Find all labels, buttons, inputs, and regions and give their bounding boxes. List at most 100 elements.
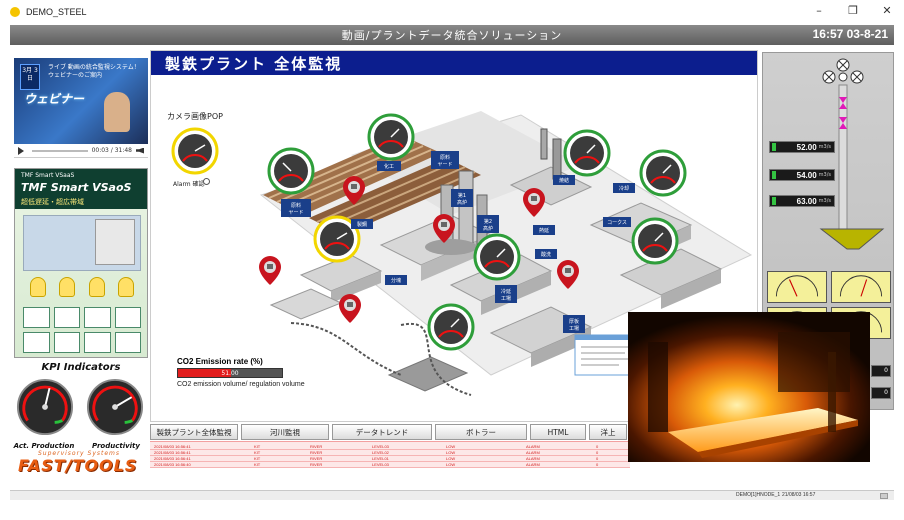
hopper-icon [819, 228, 885, 250]
alarm-state: ALARM [526, 450, 540, 455]
camera-pin-icon[interactable] [339, 294, 361, 323]
label-cooler[interactable]: 冷却 [613, 183, 635, 193]
tab-data-trend[interactable]: データトレンド [332, 424, 432, 440]
fast-tools-logo: Supervisory Systems FAST/TOOLS [14, 450, 148, 478]
video-caption: ライブ 動画の統合監視システム！ ウェビナーのご案内 [48, 64, 140, 80]
gauge-chemical[interactable] [367, 113, 415, 161]
video-caption-line1: ライブ 動画の統合監視システム！ [48, 64, 140, 71]
app-window: DEMO_STEEL – ❐ ✕ 動画/プラントデータ統合ソリューション 16:… [0, 0, 904, 520]
tab-plant-overview[interactable]: 製鉄プラント全体監視 [150, 424, 238, 440]
hot-steel-camera-image[interactable] [628, 312, 870, 462]
label-chemical[interactable]: 化工 [377, 161, 401, 171]
video-date-badge: 3月 3日 [20, 64, 40, 90]
alarm-item: LEVEL02 [372, 450, 389, 455]
svg-text:熱延: 熱延 [539, 227, 549, 234]
svg-text:ヤード: ヤード [288, 210, 303, 216]
alarm-level: LOW [446, 450, 456, 455]
label-cold-rolling[interactable]: 冷延工場 [495, 285, 517, 303]
flow-value: 52.00 [796, 142, 817, 152]
video-logo: ウェビナー [24, 92, 85, 106]
alarm-area: RIVER [310, 456, 323, 461]
webinar-video[interactable]: 3月 3日 ライブ 動画の統合監視システム！ ウェビナーのご案内 ウェビナー [14, 58, 148, 144]
product-ad[interactable]: TMF Smart VSaaS TMF Smart VSaoS 超低遅延・超広帯… [14, 168, 148, 358]
co2-emission-widget: CO2 Emission rate (%) 51.00 CO2 emission… [177, 357, 347, 399]
tab-html[interactable]: HTML [530, 424, 586, 440]
gauge-blast-furnace[interactable] [473, 233, 521, 281]
label-blast-furnace-1[interactable]: 第1高炉 [451, 189, 473, 207]
feature-icon [84, 307, 111, 328]
tab-offshore[interactable]: 洋上 [589, 424, 627, 440]
play-icon[interactable] [18, 146, 24, 155]
flow-readout-3: 63.00 m3/s [769, 195, 835, 207]
clock: 16:57 03-8-21 [812, 27, 888, 41]
kpi-title: KPI Indicators [41, 362, 121, 373]
svg-text:化工: 化工 [384, 163, 394, 170]
feature-icon [53, 332, 80, 353]
bulb-icon [88, 277, 105, 297]
tab-river-monitoring[interactable]: 河川監視 [241, 424, 329, 440]
status-led [772, 171, 776, 179]
alarm-area: RIVER [310, 450, 323, 455]
gauge-steelmaking[interactable] [427, 303, 475, 351]
maximize-button[interactable]: ❐ [846, 4, 860, 17]
bulb-icon [29, 277, 46, 297]
info-popup[interactable] [574, 334, 636, 376]
svg-text:製鋼: 製鋼 [357, 221, 367, 228]
right-readout-2: 0 [871, 387, 891, 399]
co2-bar: 51.00 [177, 368, 283, 378]
main-title-bar: 製鉄プラント 全体監視 [151, 51, 757, 75]
svg-text:第1: 第1 [458, 192, 466, 199]
gauge-raw-yard[interactable] [267, 147, 315, 195]
alarm-confirm-radio[interactable] [203, 178, 210, 185]
svg-text:工場: 工場 [569, 325, 579, 332]
valve-icon[interactable] [822, 58, 864, 84]
minimize-button[interactable]: – [812, 4, 826, 17]
alarm-tag: KIT [254, 462, 261, 467]
alarm-row[interactable]: 2021/08/03 16:56:40 KIT RIVER LEVEL03 LO… [150, 462, 630, 468]
gauge-coke[interactable] [639, 149, 687, 197]
label-sintering[interactable]: 焼結 [553, 175, 575, 185]
label-blast-furnace-2[interactable]: 第2高炉 [477, 215, 499, 233]
alarm-date: 2021/08/03 16:56:41 [154, 450, 191, 455]
svg-text:焼結: 焼結 [559, 177, 569, 184]
svg-text:冷延: 冷延 [501, 288, 511, 295]
gauge-hot-rolling[interactable] [631, 217, 679, 265]
status-scroll-handle[interactable] [880, 493, 888, 499]
close-button[interactable]: ✕ [880, 4, 894, 17]
feature-icon [84, 332, 111, 353]
feature-icon [53, 307, 80, 328]
status-bar: DEMO[1]HNODE_1 21/08/03 16:57 [10, 490, 894, 500]
label-raw-yard[interactable]: 原料ヤード [281, 199, 311, 217]
video-controls: 00:03 / 31:48 [14, 144, 148, 158]
left-column: 3月 3日 ライブ 動画の統合監視システム！ ウェビナーのご案内 ウェビナー 0… [10, 50, 150, 492]
video-seek-bar[interactable] [32, 149, 88, 152]
label-plate[interactable]: 厚板工場 [563, 315, 585, 333]
label-raw-yard-2[interactable]: 原料ヤード [431, 151, 459, 169]
label-blooming[interactable]: 分塊 [385, 275, 407, 285]
volume-icon[interactable] [136, 147, 144, 154]
camera-pin-icon[interactable] [259, 256, 281, 285]
alarm-area: RIVER [310, 462, 323, 467]
gauge-camera-pop[interactable] [171, 127, 219, 175]
alarm-date: 2021/08/03 16:56:41 [154, 456, 191, 461]
label-coke[interactable]: コークス [603, 217, 631, 227]
flow-value: 63.00 [796, 196, 817, 206]
flow-unit: m3/s [818, 172, 831, 178]
ad-machine-image [95, 219, 135, 265]
tab-boiler[interactable]: ボトラー [435, 424, 527, 440]
co2-subtitle: CO2 emission volume/ regulation volume [177, 381, 305, 388]
co2-title: CO2 Emission rate (%) [177, 357, 263, 366]
gauge-cooler[interactable] [563, 129, 611, 177]
alarm-code: 0 [596, 456, 599, 461]
label-pickling[interactable]: 酸洗 [535, 249, 557, 259]
label-steelmaking[interactable]: 製鋼 [351, 219, 373, 229]
alarm-item: LEVEL03 [372, 444, 389, 449]
status-datetime: 21/08/03 16:57 [782, 492, 816, 498]
status-led [772, 143, 776, 151]
ad-feature-grid [23, 307, 141, 353]
svg-text:分塊: 分塊 [391, 277, 401, 284]
label-hot-rolling[interactable]: 熱延 [533, 225, 555, 235]
svg-text:原料: 原料 [291, 202, 301, 209]
alarm-state: ALARM [526, 456, 540, 461]
bulb-icon [118, 277, 135, 297]
